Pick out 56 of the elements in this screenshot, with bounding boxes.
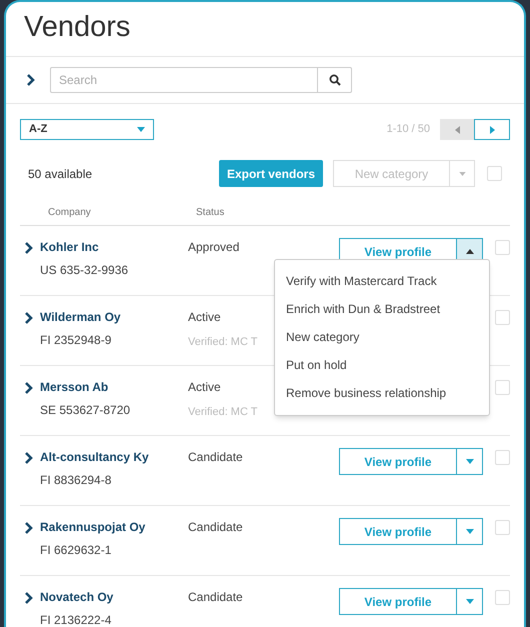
menu-item[interactable]: Remove business relationship xyxy=(286,385,478,402)
menu-item[interactable]: New category xyxy=(286,329,478,346)
company-name[interactable]: Kohler Inc xyxy=(40,238,188,256)
company-name[interactable]: Rakennuspojat Oy xyxy=(40,518,188,536)
caret-down-icon xyxy=(466,459,474,464)
row-checkbox[interactable] xyxy=(487,166,502,181)
row-checkbox[interactable] xyxy=(495,450,510,465)
caret-left-icon xyxy=(454,126,460,134)
status-text: Active xyxy=(188,379,221,396)
status-text: Active xyxy=(188,309,221,326)
caret-down-icon xyxy=(137,127,145,132)
page-range: 1-10 / 50 xyxy=(386,122,430,138)
caret-down-icon xyxy=(466,599,474,604)
chevron-right-icon[interactable] xyxy=(24,591,34,605)
verification-note: Verified: MC T xyxy=(188,335,258,350)
company-name[interactable]: Wilderman Oy xyxy=(40,308,188,326)
status-text: Candidate xyxy=(188,449,243,466)
row-checkbox[interactable] xyxy=(495,590,510,605)
chevron-right-icon[interactable] xyxy=(24,521,34,535)
chevron-right-icon[interactable] xyxy=(24,381,34,395)
status-text: Candidate xyxy=(188,589,243,606)
chevron-right-icon[interactable] xyxy=(24,451,34,465)
menu-item[interactable]: Put on hold xyxy=(286,357,478,374)
menu-item[interactable]: Enrich with Dun & Bradstreet xyxy=(286,301,478,318)
company-name[interactable]: Mersson Ab xyxy=(40,378,188,396)
chevron-right-icon[interactable] xyxy=(24,311,34,325)
chevron-right-icon[interactable] xyxy=(26,73,36,87)
column-header: Status xyxy=(196,206,224,220)
company-name[interactable]: Novatech Oy xyxy=(40,588,188,606)
company-id: FI 2352948-9 xyxy=(40,332,112,349)
company-id: US 635-32-9936 xyxy=(40,262,130,279)
sort-dropdown[interactable]: A-Z xyxy=(20,119,154,140)
caret-up-icon xyxy=(466,249,474,254)
caret-down-icon xyxy=(458,172,466,176)
chevron-right-icon[interactable] xyxy=(24,241,34,255)
column-header: Company xyxy=(48,206,92,220)
company-id: FI 2136222-4 xyxy=(40,612,112,627)
vendor-count: 50 available xyxy=(28,166,94,182)
verification-note: Verified: MC T xyxy=(188,405,258,420)
caret-down-icon xyxy=(466,529,474,534)
company-id: FI 8836294-8 xyxy=(40,472,112,489)
next-page-button[interactable] xyxy=(474,119,510,140)
caret-right-icon xyxy=(490,126,494,134)
search-icon[interactable] xyxy=(318,67,352,93)
menu-item[interactable]: Verify with Mastercard Track xyxy=(286,273,478,290)
company-id: FI 6629632-1 xyxy=(40,542,112,559)
status-text: Candidate xyxy=(188,519,243,536)
company-id: SE 553627-8720 xyxy=(40,402,132,419)
status-text: Approved xyxy=(188,239,240,256)
company-name[interactable]: Alt-consultancy Ky xyxy=(40,448,188,466)
row-checkbox[interactable] xyxy=(495,240,510,255)
search-field[interactable]: Search xyxy=(50,67,318,93)
row-checkbox[interactable] xyxy=(495,310,510,325)
row-checkbox[interactable] xyxy=(495,520,510,535)
row-checkbox[interactable] xyxy=(495,380,510,395)
page-title: Vendors xyxy=(24,10,132,45)
